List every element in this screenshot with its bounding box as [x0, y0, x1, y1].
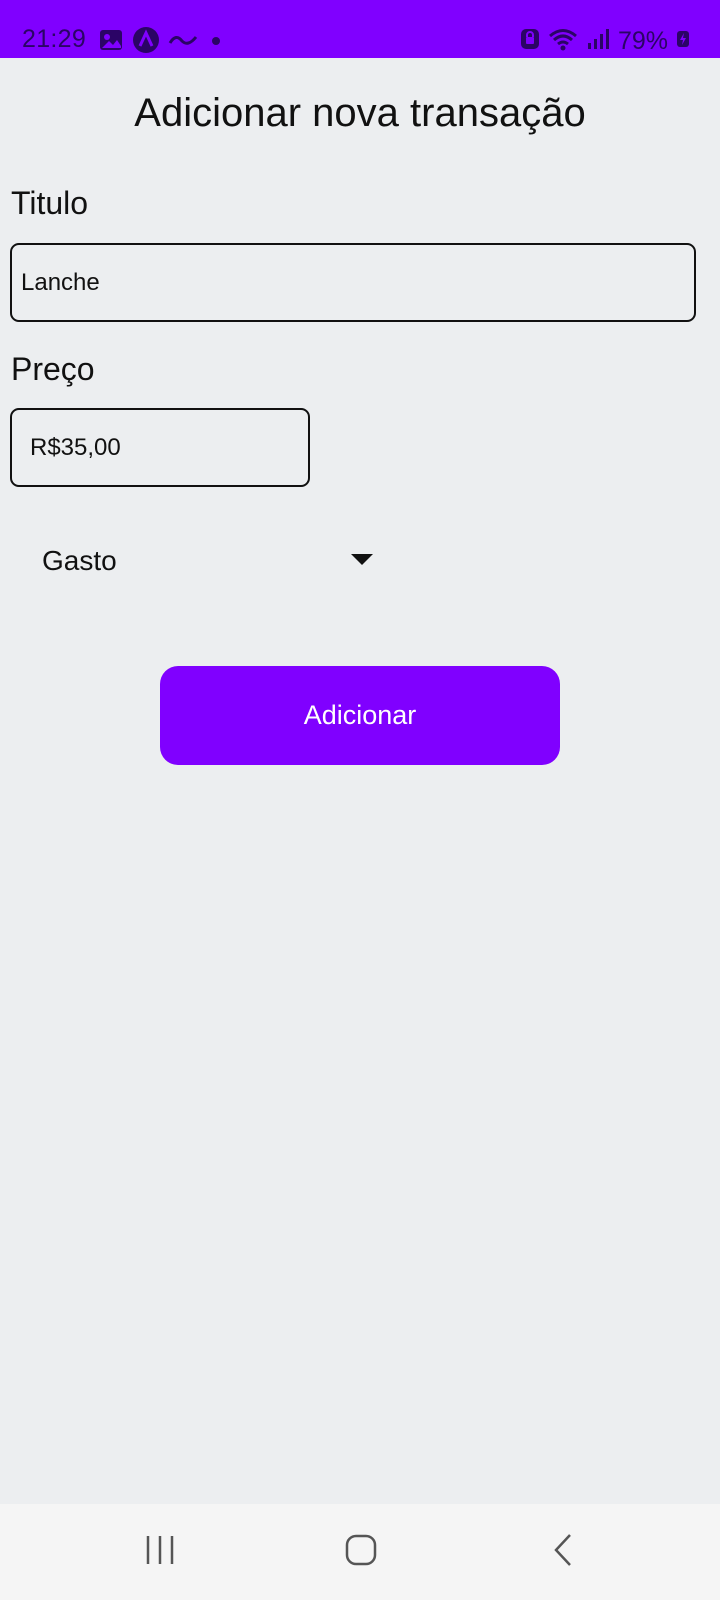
system-nav-bar — [0, 1504, 720, 1600]
titulo-input[interactable] — [10, 243, 696, 322]
preco-label: Preço — [11, 351, 95, 387]
add-transaction-screen: Adicionar nova transação Titulo Preço Ga… — [0, 58, 720, 1504]
app-logo-icon — [168, 31, 198, 54]
notification-dot-icon — [206, 33, 226, 51]
tipo-dropdown-value: Gasto — [42, 545, 117, 576]
signal-icon — [586, 27, 610, 56]
status-bar: 21:29 79% — [0, 0, 720, 58]
tipo-dropdown[interactable]: Gasto — [30, 528, 380, 594]
page-title: Adicionar nova transação — [134, 91, 586, 135]
add-button[interactable]: Adicionar — [160, 666, 560, 765]
caret-down-icon — [351, 554, 373, 565]
titulo-label: Titulo — [11, 185, 89, 221]
back-icon — [546, 1533, 580, 1572]
wifi-icon — [548, 27, 578, 56]
status-right-icons: 79% — [520, 26, 690, 56]
home-icon — [344, 1533, 378, 1572]
battery-charging-icon — [676, 30, 690, 53]
battery-percent: 79% — [617, 27, 668, 55]
app-a-icon — [132, 26, 160, 59]
status-time: 21:29 — [22, 25, 87, 53]
status-left-icons — [98, 26, 226, 58]
gallery-icon — [98, 27, 124, 58]
home-button[interactable] — [321, 1522, 401, 1582]
back-button[interactable] — [523, 1522, 603, 1582]
lock-icon — [520, 27, 540, 56]
recents-icon — [143, 1533, 177, 1572]
preco-input[interactable] — [10, 408, 310, 487]
recents-button[interactable] — [120, 1522, 200, 1582]
